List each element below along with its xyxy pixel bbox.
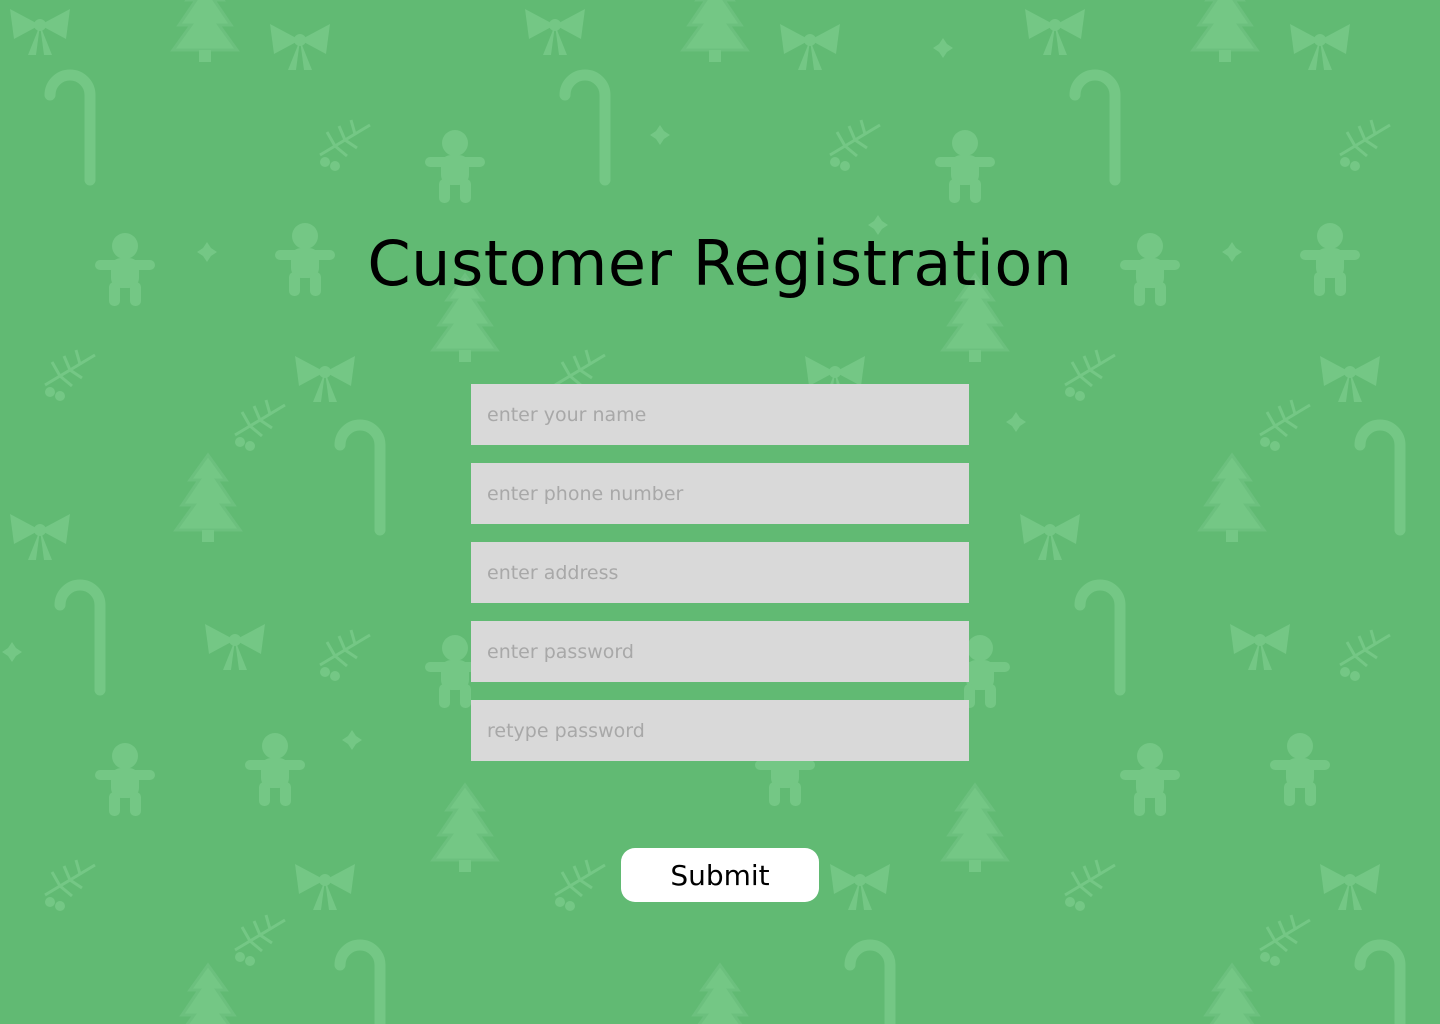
name-input[interactable] (471, 384, 969, 445)
page-title: Customer Registration (367, 227, 1073, 300)
submit-button[interactable]: Submit (621, 848, 819, 902)
phone-input[interactable] (471, 463, 969, 524)
password-input[interactable] (471, 621, 969, 682)
registration-form (471, 384, 969, 779)
retype-password-input[interactable] (471, 700, 969, 761)
address-input[interactable] (471, 542, 969, 603)
